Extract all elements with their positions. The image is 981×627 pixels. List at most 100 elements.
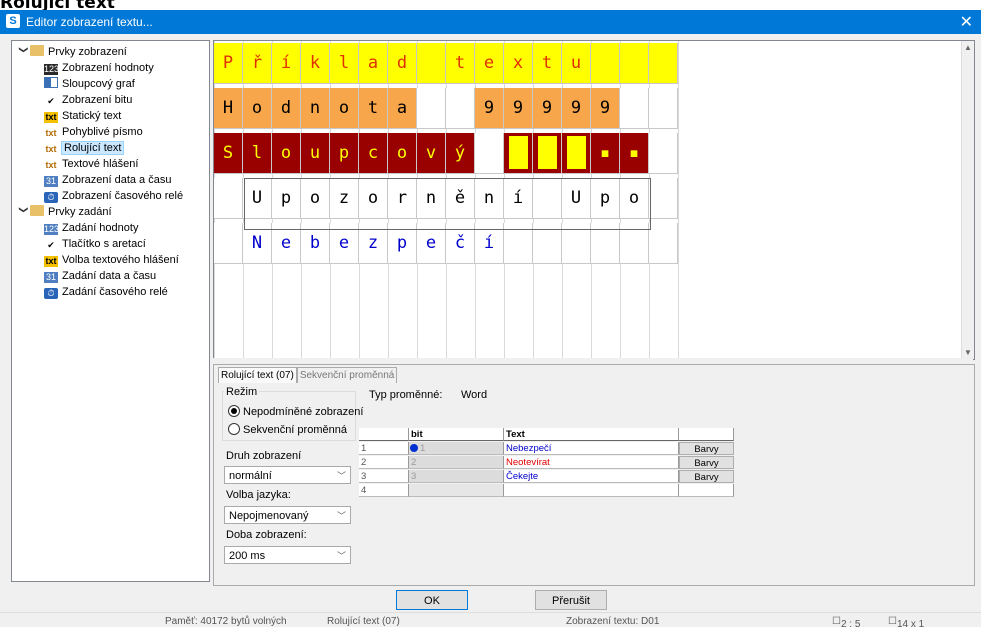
tree-item[interactable]: 123 Zadání hodnoty [44, 220, 138, 236]
preview-cell[interactable]: o [272, 133, 301, 174]
display-type-select[interactable]: normální ﹀ [224, 466, 351, 484]
preview-cell[interactable] [533, 133, 562, 174]
language-select[interactable]: Nepojmenovaný ﹀ [224, 506, 351, 524]
preview-cell[interactable]: x [504, 43, 533, 84]
preview-cell[interactable]: ▪ [620, 133, 649, 174]
preview-cell[interactable]: l [243, 133, 272, 174]
tab-scrolling-text[interactable]: Rolující text (07) [218, 367, 297, 383]
colors-button[interactable]: Barvy [679, 470, 734, 483]
table-bit-cell[interactable] [409, 484, 504, 497]
preview-cell[interactable]: e [475, 43, 504, 84]
preview-cell[interactable] [620, 88, 649, 129]
preview-cell[interactable] [504, 133, 533, 174]
scroll-down-icon[interactable]: ▼ [962, 348, 974, 357]
preview-cell[interactable]: d [388, 43, 417, 84]
preview-cell[interactable] [649, 43, 678, 84]
cancel-button[interactable]: Přerušit [535, 590, 607, 610]
tree-item[interactable]: txt Textové hlášení [44, 156, 139, 172]
preview-cell[interactable] [591, 43, 620, 84]
preview-cell[interactable]: u [562, 43, 591, 84]
chevron-down-icon[interactable]: ❯ [16, 46, 32, 58]
tree-item[interactable]: 123 Zobrazení hodnoty [44, 60, 154, 76]
preview-cell[interactable]: 9 [533, 88, 562, 129]
tree-group[interactable]: ❯ Prvky zadání [18, 204, 112, 220]
tree-item[interactable]: Sloupcový graf [44, 76, 135, 92]
preview-cell[interactable]: t [359, 88, 388, 129]
tree-item[interactable]: txt Volba textového hlášení [44, 252, 179, 268]
tree-item[interactable]: txt Rolující text [44, 140, 125, 156]
preview-cell[interactable]: ý [446, 133, 475, 174]
preview-cell[interactable] [475, 133, 504, 174]
preview-cell[interactable] [417, 88, 446, 129]
preview-cell[interactable]: n [301, 88, 330, 129]
preview-cell[interactable]: o [330, 88, 359, 129]
tree-item[interactable]: 31 Zadání data a času [44, 268, 156, 284]
preview-cell[interactable]: k [301, 43, 330, 84]
tree-item[interactable]: ✔ Zobrazení bitu [44, 92, 132, 108]
preview-cell[interactable]: o [388, 133, 417, 174]
scrolling-text-icon: txt [45, 144, 57, 154]
table-empty-cell[interactable] [679, 484, 734, 497]
preview-scrollbar[interactable]: ▲ ▼ [961, 41, 974, 359]
table-bit-cell[interactable]: 3 [409, 470, 504, 483]
preview-cell[interactable]: 9 [504, 88, 533, 129]
table-text-cell[interactable]: Čekejte [504, 470, 679, 483]
preview-cell[interactable]: t [533, 43, 562, 84]
preview-cell[interactable]: l [330, 43, 359, 84]
preview-cell[interactable]: a [388, 88, 417, 129]
table-text-cell[interactable]: Nebezpečí [504, 442, 679, 455]
preview-cell[interactable]: t [446, 43, 475, 84]
tab-sequence-variable[interactable]: Sekvenční proměnná [296, 367, 398, 383]
mode-unconditional-radio[interactable]: Nepodmíněné zobrazení [228, 405, 363, 418]
tree-item[interactable]: 31 Zobrazení data a času [44, 172, 171, 188]
preview-cell[interactable] [562, 133, 591, 174]
close-icon[interactable]: ✕ [960, 12, 973, 32]
tree-item-label: Rolující text [60, 141, 125, 155]
preview-cell[interactable] [214, 178, 243, 219]
scroll-up-icon[interactable]: ▲ [962, 43, 974, 52]
preview-cell[interactable] [214, 223, 243, 264]
preview-cell[interactable]: H [214, 88, 243, 129]
preview-cell[interactable]: o [243, 88, 272, 129]
preview-cell[interactable]: 9 [562, 88, 591, 129]
table-text-cell[interactable] [504, 484, 679, 497]
ok-button[interactable]: OK [396, 590, 468, 610]
preview-cell[interactable] [649, 223, 678, 264]
preview-cell[interactable]: ř [243, 43, 272, 84]
tree-item-label: Zadání data a času [62, 270, 157, 282]
preview-cell[interactable] [649, 178, 678, 219]
colors-button[interactable]: Barvy [679, 442, 734, 455]
colors-button[interactable]: Barvy [679, 456, 734, 469]
preview-cell[interactable] [649, 88, 678, 129]
tree-group[interactable]: ❯ Prvky zobrazení [18, 44, 127, 60]
preview-cell[interactable]: ▪ [591, 133, 620, 174]
table-text-cell[interactable]: Neotevírat [504, 456, 679, 469]
preview-cell[interactable] [417, 43, 446, 84]
chevron-down-icon[interactable]: ❯ [16, 206, 32, 218]
preview-cell[interactable] [649, 133, 678, 174]
preview-cell[interactable]: í [272, 43, 301, 84]
tree-item[interactable]: ⏱ Zobrazení časového relé [44, 188, 183, 204]
preview-cell[interactable]: S [214, 133, 243, 174]
preview-cell[interactable]: 9 [475, 88, 504, 129]
preview-cell[interactable] [620, 43, 649, 84]
tree-item[interactable]: ⏱ Zadání časového relé [44, 284, 168, 300]
preview-cell[interactable]: u [301, 133, 330, 174]
table-bit-cell[interactable]: 1 [409, 442, 504, 455]
mode-sequence-radio[interactable]: Sekvenční proměnná [228, 423, 347, 436]
text-preview-grid[interactable]: ▲ ▼ Příklad textu Hodnota 99999 Sloupcov… [213, 40, 975, 360]
preview-cell[interactable]: 9 [591, 88, 620, 129]
preview-cell[interactable]: a [359, 43, 388, 84]
element-tree[interactable]: ❯ Prvky zobrazení 123 Zobrazení hodnoty Slou… [11, 40, 210, 582]
tree-item[interactable]: txt Pohyblivé písmo [44, 124, 143, 140]
tree-item[interactable]: ✔ Tlačítko s aretací [44, 236, 146, 252]
preview-cell[interactable]: d [272, 88, 301, 129]
tree-item[interactable]: txt Statický text [44, 108, 121, 124]
preview-cell[interactable]: v [417, 133, 446, 174]
preview-cell[interactable]: P [214, 43, 243, 84]
preview-cell[interactable]: c [359, 133, 388, 174]
table-bit-cell[interactable]: 2 [409, 456, 504, 469]
duration-select[interactable]: 200 ms ﹀ [224, 546, 351, 564]
preview-cell[interactable] [446, 88, 475, 129]
preview-cell[interactable]: p [330, 133, 359, 174]
